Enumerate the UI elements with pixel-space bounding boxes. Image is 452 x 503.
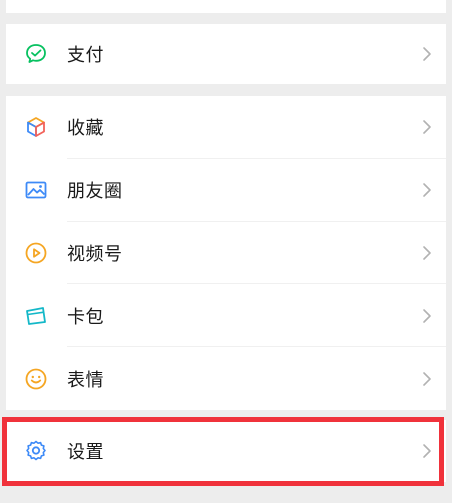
chevron-right-icon	[423, 246, 431, 260]
channels-play-icon	[23, 240, 49, 266]
features-group: 收藏 朋友圈 视频号 卡包 表情	[6, 96, 446, 410]
menu-item-stickers[interactable]: 表情	[6, 347, 446, 410]
menu-item-label: 支付	[67, 45, 104, 66]
menu-item-card-wallet[interactable]: 卡包	[6, 284, 446, 348]
menu-item-label: 收藏	[67, 118, 104, 140]
card-wallet-icon	[23, 303, 49, 329]
menu-item-label: 视频号	[67, 243, 123, 265]
chevron-right-icon	[423, 308, 431, 323]
menu-item-channels[interactable]: 视频号	[6, 222, 446, 285]
menu-item-label: 卡包	[67, 306, 104, 328]
previous-group-stub	[6, 0, 446, 13]
chevron-right-icon	[423, 444, 431, 458]
menu-item-pay[interactable]: 支付	[6, 24, 446, 84]
chevron-right-icon	[423, 183, 431, 197]
chevron-right-icon	[423, 47, 431, 61]
sticker-smile-icon	[23, 366, 49, 392]
favorites-cube-icon	[23, 114, 49, 140]
moments-picture-icon	[23, 177, 49, 203]
menu-item-settings[interactable]: 设置	[6, 420, 446, 482]
menu-item-moments[interactable]: 朋友圈	[6, 159, 446, 222]
wechat-pay-icon	[23, 41, 49, 67]
chevron-right-icon	[423, 371, 431, 386]
settings-group: 设置	[6, 420, 446, 482]
menu-item-favorites[interactable]: 收藏	[6, 96, 446, 159]
menu-item-label: 朋友圈	[67, 181, 123, 203]
chevron-right-icon	[423, 120, 431, 135]
pay-group: 支付	[6, 24, 446, 84]
menu-item-label: 设置	[67, 442, 104, 463]
menu-item-label: 表情	[67, 369, 104, 391]
gear-icon	[23, 438, 49, 464]
